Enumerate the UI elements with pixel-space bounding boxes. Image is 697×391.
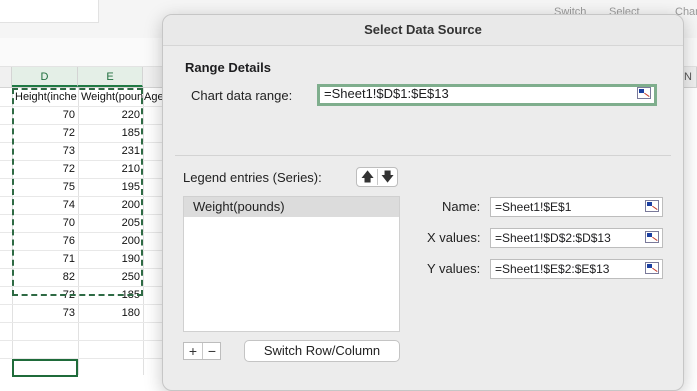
- cell-header-weight[interactable]: Weight(poun: [78, 88, 143, 106]
- series-list[interactable]: Weight(pounds): [183, 196, 400, 332]
- add-series-button[interactable]: +: [184, 343, 203, 359]
- cell-header-age[interactable]: Age: [143, 88, 163, 106]
- chart-data-range-value: =Sheet1!$D$1:$E$13: [324, 86, 449, 101]
- cell-weight[interactable]: 200: [78, 232, 143, 250]
- series-name-value: =Sheet1!$E$1: [495, 200, 572, 214]
- cell-weight[interactable]: 200: [78, 196, 143, 214]
- switch-row-column-button[interactable]: Switch Row/Column: [244, 340, 400, 362]
- chart-data-range-input[interactable]: =Sheet1!$D$1:$E$13: [317, 84, 657, 106]
- row-corner: [0, 67, 12, 87]
- name-label: Name:: [442, 199, 481, 214]
- range-details-heading: Range Details: [185, 60, 271, 75]
- x-values-label: X values:: [427, 230, 481, 245]
- series-item-weight[interactable]: Weight(pounds): [184, 197, 399, 217]
- chart-data-range-label: Chart data range:: [191, 88, 293, 103]
- series-order-buttons: 🡅 🡇: [356, 167, 398, 187]
- cell-height[interactable]: 71: [12, 250, 78, 268]
- cell-height[interactable]: 72: [12, 124, 78, 142]
- x-values-input[interactable]: =Sheet1!$D$2:$D$13: [490, 228, 663, 248]
- cell-height[interactable]: 72: [12, 286, 78, 304]
- add-remove-series-buttons: + −: [183, 342, 221, 360]
- cell-weight[interactable]: 180: [78, 304, 143, 322]
- range-collapse-icon[interactable]: [637, 87, 651, 99]
- cell-height[interactable]: 73: [12, 304, 78, 322]
- cell-weight[interactable]: 231: [78, 142, 143, 160]
- cell-height[interactable]: 74: [12, 196, 78, 214]
- y-values-collapse-icon[interactable]: [645, 262, 659, 274]
- legend-entries-label: Legend entries (Series):: [183, 170, 322, 185]
- cell-height[interactable]: 73: [12, 142, 78, 160]
- section-divider: [175, 155, 671, 156]
- cell-weight[interactable]: 195: [78, 178, 143, 196]
- move-up-arrow-icon[interactable]: 🡅: [358, 169, 378, 185]
- select-data-source-dialog: Select Data Source Range Details Chart d…: [162, 14, 684, 391]
- active-cell-cursor[interactable]: [12, 359, 78, 377]
- column-header-f[interactable]: [143, 67, 163, 87]
- cell-weight[interactable]: 185: [78, 124, 143, 142]
- dialog-title: Select Data Source: [163, 15, 683, 46]
- y-values-input[interactable]: =Sheet1!$E$2:$E$13: [490, 259, 663, 279]
- remove-series-button[interactable]: −: [203, 343, 221, 359]
- cell-weight[interactable]: 220: [78, 106, 143, 124]
- column-header-d[interactable]: D: [12, 67, 78, 87]
- cell-header-height[interactable]: Height(inche: [12, 88, 78, 106]
- cell-height[interactable]: 82: [12, 268, 78, 286]
- y-values-label: Y values:: [427, 261, 481, 276]
- name-collapse-icon[interactable]: [645, 200, 659, 212]
- cell-weight[interactable]: 205: [78, 214, 143, 232]
- cell-weight[interactable]: 185: [78, 286, 143, 304]
- series-name-input[interactable]: =Sheet1!$E$1: [490, 197, 663, 217]
- x-values-value: =Sheet1!$D$2:$D$13: [495, 231, 611, 245]
- ribbon-white-area: [0, 0, 99, 23]
- x-values-collapse-icon[interactable]: [645, 231, 659, 243]
- cell-height[interactable]: 72: [12, 160, 78, 178]
- column-header-e[interactable]: E: [78, 67, 143, 87]
- cell-weight[interactable]: 210: [78, 160, 143, 178]
- move-down-arrow-icon[interactable]: 🡇: [378, 169, 397, 185]
- cell-height[interactable]: 70: [12, 214, 78, 232]
- cell-height[interactable]: 76: [12, 232, 78, 250]
- y-values-value: =Sheet1!$E$2:$E$13: [495, 262, 610, 276]
- cell-height[interactable]: 75: [12, 178, 78, 196]
- cell-weight[interactable]: 250: [78, 268, 143, 286]
- cell-height[interactable]: 70: [12, 106, 78, 124]
- cell-weight[interactable]: 190: [78, 250, 143, 268]
